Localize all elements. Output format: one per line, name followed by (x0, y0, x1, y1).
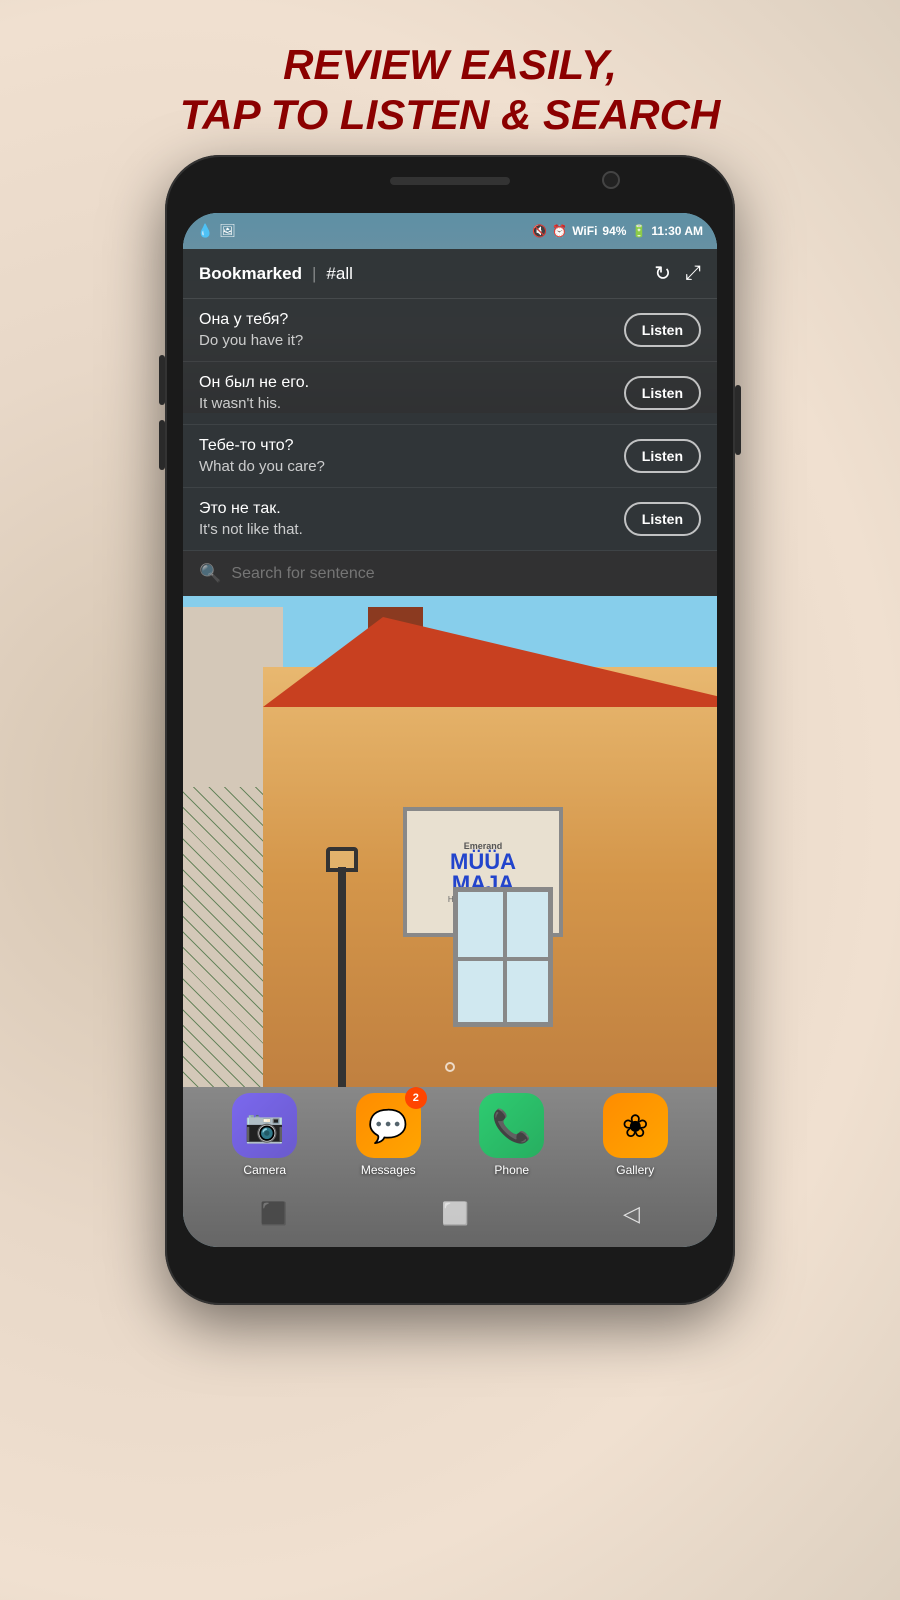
page-dot-indicator (445, 1062, 455, 1072)
window-v (503, 892, 507, 1022)
listen-button-2[interactable]: Listen (624, 439, 701, 473)
wifi-icon: WiFi (572, 224, 597, 238)
phone-screen: 💧 🖼 🔇 ⏰ WiFi 94% 🔋 11:30 AM Bookmarked |… (183, 213, 717, 1247)
sentence-text-2: Тебе-то что? What do you care? (199, 437, 612, 475)
battery-icon: 🔋 (631, 224, 646, 238)
phone-camera (602, 171, 620, 189)
phone-vol-up (159, 355, 165, 405)
messages-label: Messages (361, 1163, 416, 1177)
panel-header: Bookmarked | #all ↻ ⤢ (183, 249, 717, 299)
dock-item-messages[interactable]: 💬 2 Messages (356, 1093, 421, 1177)
page-title-block: REVIEW EASILY, TAP TO LISTEN & SEARCH (0, 40, 900, 141)
title-line2: TAP TO LISTEN & SEARCH (0, 90, 900, 140)
search-icon: 🔍 (199, 563, 221, 584)
status-left: 💧 🖼 (197, 223, 236, 239)
phone-speaker (390, 177, 510, 185)
dock-item-gallery[interactable]: ❀ Gallery (603, 1093, 668, 1177)
phone-power (735, 385, 741, 455)
sentence-text-1: Он был не его. It wasn't his. (199, 374, 612, 412)
phone-vol-down (159, 420, 165, 470)
dock-item-camera[interactable]: 📷 Camera (232, 1093, 297, 1177)
battery-level: 94% (602, 224, 626, 238)
sentence-translation-3: It's not like that. (199, 521, 612, 538)
sentence-row-0: Она у тебя? Do you have it? Listen (183, 299, 717, 362)
expand-icon[interactable]: ⤢ (685, 262, 701, 285)
search-bar[interactable]: 🔍 (183, 551, 717, 596)
gallery-label: Gallery (616, 1163, 654, 1177)
sentence-row-3: Это не так. It's not like that. Listen (183, 488, 717, 551)
sentence-translation-2: What do you care? (199, 458, 612, 475)
time-display: 11:30 AM (651, 224, 703, 238)
messages-icon: 💬 2 (356, 1093, 421, 1158)
image-icon: 🖼 (219, 223, 236, 239)
listen-button-1[interactable]: Listen (624, 376, 701, 410)
panel-header-actions: ↻ ⤢ (654, 261, 701, 286)
panel-title: Bookmarked (199, 264, 302, 284)
alarm-icon: ⏰ (552, 224, 567, 238)
gallery-icon: ❀ (603, 1093, 668, 1158)
roof (263, 617, 717, 707)
camera-label: Camera (243, 1163, 286, 1177)
lamp-post (338, 867, 346, 1087)
refresh-icon[interactable]: ↻ (654, 261, 671, 286)
sentence-original-0: Она у тебя? (199, 311, 612, 329)
panel-tag: #all (326, 264, 352, 284)
status-bar: 💧 🖼 🔇 ⏰ WiFi 94% 🔋 11:30 AM (183, 213, 717, 249)
building-window (453, 887, 553, 1027)
sentences-list: Она у тебя? Do you have it? Listen Он бы… (183, 299, 717, 551)
camera-icon: 📷 (232, 1093, 297, 1158)
status-right: 🔇 ⏰ WiFi 94% 🔋 11:30 AM (532, 224, 703, 238)
sentence-row-1: Он был не его. It wasn't his. Listen (183, 362, 717, 425)
sentence-text-3: Это не так. It's not like that. (199, 500, 612, 538)
sentence-original-3: Это не так. (199, 500, 612, 518)
sentence-original-2: Тебе-то что? (199, 437, 612, 455)
sentence-row-2: Тебе-то что? What do you care? Listen (183, 425, 717, 488)
drop-icon: 💧 (197, 223, 213, 239)
sentence-text-0: Она у тебя? Do you have it? (199, 311, 612, 349)
dock-item-phone[interactable]: 📞 Phone (479, 1093, 544, 1177)
home-nav-icon[interactable]: ⬜ (442, 1201, 469, 1227)
app-panel: Bookmarked | #all ↻ ⤢ Она у тебя? Do you… (183, 249, 717, 596)
phone-label: Phone (494, 1163, 529, 1177)
listen-button-0[interactable]: Listen (624, 313, 701, 347)
back-nav-icon[interactable]: ⬛ (260, 1201, 287, 1227)
mute-icon: 🔇 (532, 224, 547, 238)
panel-divider: | (312, 264, 316, 284)
nav-bar: ⬛ ⬜ ◁ (183, 1189, 717, 1239)
title-line1: REVIEW EASILY, (0, 40, 900, 90)
listen-button-3[interactable]: Listen (624, 502, 701, 536)
sentence-translation-0: Do you have it? (199, 332, 612, 349)
phone-icon: 📞 (479, 1093, 544, 1158)
search-input[interactable] (231, 565, 701, 583)
sentence-translation-1: It wasn't his. (199, 395, 612, 412)
messages-badge: 2 (405, 1087, 427, 1109)
ivy-decoration (183, 787, 273, 1087)
dock-bar: 📷 Camera 💬 2 Messages 📞 Phone ❀ Gallery (183, 1083, 717, 1187)
phone-frame: 💧 🖼 🔇 ⏰ WiFi 94% 🔋 11:30 AM Bookmarked |… (165, 155, 735, 1305)
panel-header-left: Bookmarked | #all (199, 264, 353, 284)
sentence-original-1: Он был не его. (199, 374, 612, 392)
recents-nav-icon[interactable]: ◁ (623, 1201, 640, 1227)
